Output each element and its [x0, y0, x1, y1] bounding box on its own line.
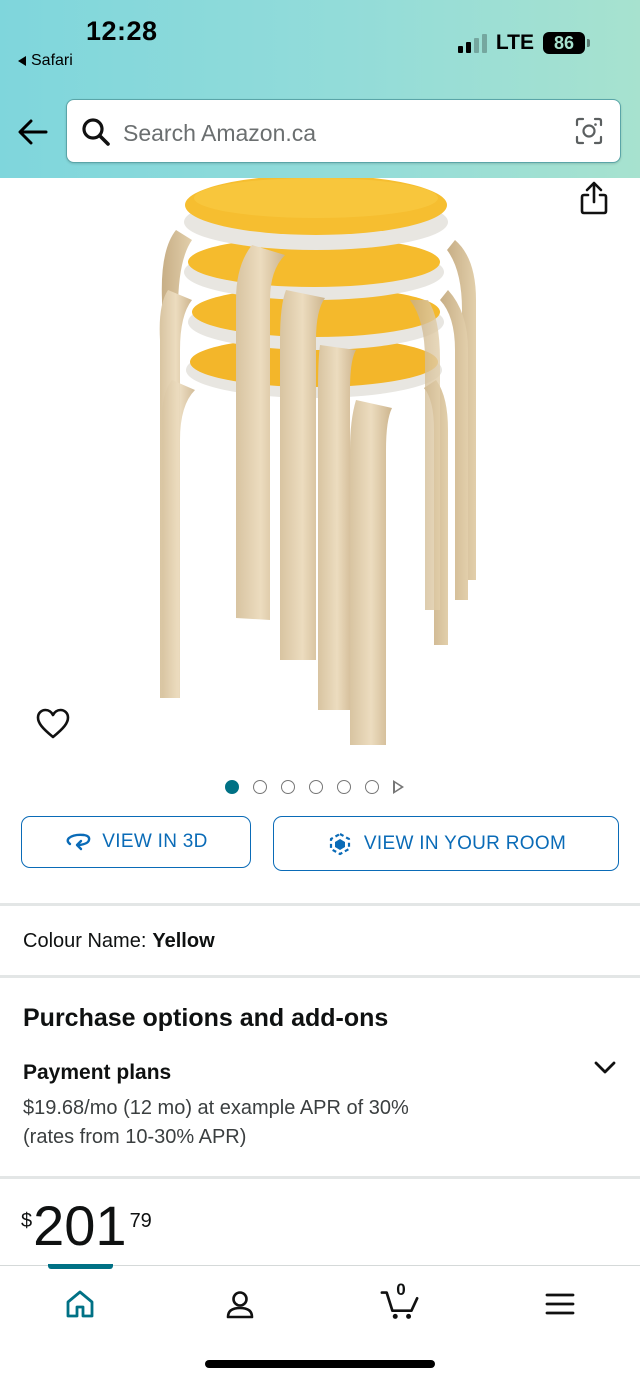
top-header: 12:28 Safari LTE 86 Search Amazon.ca — [0, 0, 640, 178]
pager-dot[interactable] — [309, 780, 323, 794]
nav-account[interactable] — [220, 1284, 260, 1324]
signal-icon — [457, 33, 487, 53]
colour-row: Colour Name: Yellow — [23, 930, 215, 953]
product-image[interactable] — [0, 178, 640, 768]
status-indicators: LTE 86 — [457, 31, 590, 55]
nav-home[interactable] — [60, 1284, 100, 1324]
payment-plan-rates: (rates from 10-30% APR) — [23, 1126, 247, 1148]
bottom-nav: 0 — [0, 1264, 640, 1387]
search-bar[interactable]: Search Amazon.ca — [66, 99, 621, 163]
nav-menu[interactable] — [540, 1284, 580, 1324]
video-play-icon[interactable] — [393, 780, 404, 794]
view-in-your-room-label: VIEW IN YOUR ROOM — [363, 832, 567, 854]
payment-plan-detail: $19.68/mo (12 mo) at example APR of 30% — [23, 1097, 409, 1119]
camera-search-icon[interactable] — [574, 116, 604, 146]
pager-dot[interactable] — [253, 780, 267, 794]
search-icon — [82, 118, 110, 146]
pager-dot[interactable] — [281, 780, 295, 794]
section-divider — [0, 1176, 640, 1179]
colour-label: Colour Name: — [23, 930, 147, 952]
back-arrow-icon[interactable] — [16, 115, 50, 149]
menu-icon — [545, 1293, 575, 1315]
purchase-options-heading: Purchase options and add-ons — [23, 1004, 389, 1032]
view-in-3d-button[interactable]: VIEW IN 3D — [21, 816, 251, 868]
view-in-your-room-button[interactable]: VIEW IN YOUR ROOM — [273, 816, 619, 871]
price: $ 201 79 — [21, 1198, 152, 1254]
wishlist-heart-icon[interactable] — [36, 708, 70, 740]
price-currency: $ — [21, 1210, 33, 1232]
status-time: 12:28 — [86, 16, 158, 46]
pager-dot[interactable] — [337, 780, 351, 794]
section-divider — [0, 903, 640, 906]
search-input[interactable]: Search Amazon.ca — [123, 120, 316, 147]
pager-dot[interactable] — [365, 780, 379, 794]
back-to-safari[interactable]: Safari — [18, 52, 73, 70]
account-icon — [226, 1291, 254, 1319]
rotate-3d-icon — [66, 833, 91, 851]
active-tab-indicator — [48, 1264, 113, 1269]
view-in-3d-label: VIEW IN 3D — [102, 831, 208, 852]
back-triangle-icon — [18, 56, 26, 66]
section-divider — [0, 975, 640, 978]
payment-plans-title[interactable]: Payment plans — [23, 1061, 171, 1085]
stacked-stools-image — [159, 178, 476, 745]
share-icon[interactable] — [578, 180, 610, 216]
price-fraction: 79 — [129, 1210, 152, 1232]
cart-count: 0 — [396, 1280, 406, 1299]
home-icon — [66, 1290, 94, 1318]
price-whole: 201 — [33, 1194, 127, 1257]
nav-cart[interactable]: 0 — [380, 1280, 420, 1324]
network-label: LTE — [495, 31, 534, 54]
chevron-down-icon[interactable] — [593, 1058, 617, 1078]
pager-dot-active[interactable] — [225, 780, 239, 794]
image-pager[interactable] — [225, 780, 404, 794]
battery-level: 86 — [543, 32, 585, 54]
ar-cube-icon — [329, 832, 351, 855]
back-app-label: Safari — [31, 52, 73, 69]
battery-icon: 86 — [543, 32, 590, 54]
colour-value: Yellow — [152, 930, 215, 952]
home-indicator — [205, 1360, 435, 1368]
